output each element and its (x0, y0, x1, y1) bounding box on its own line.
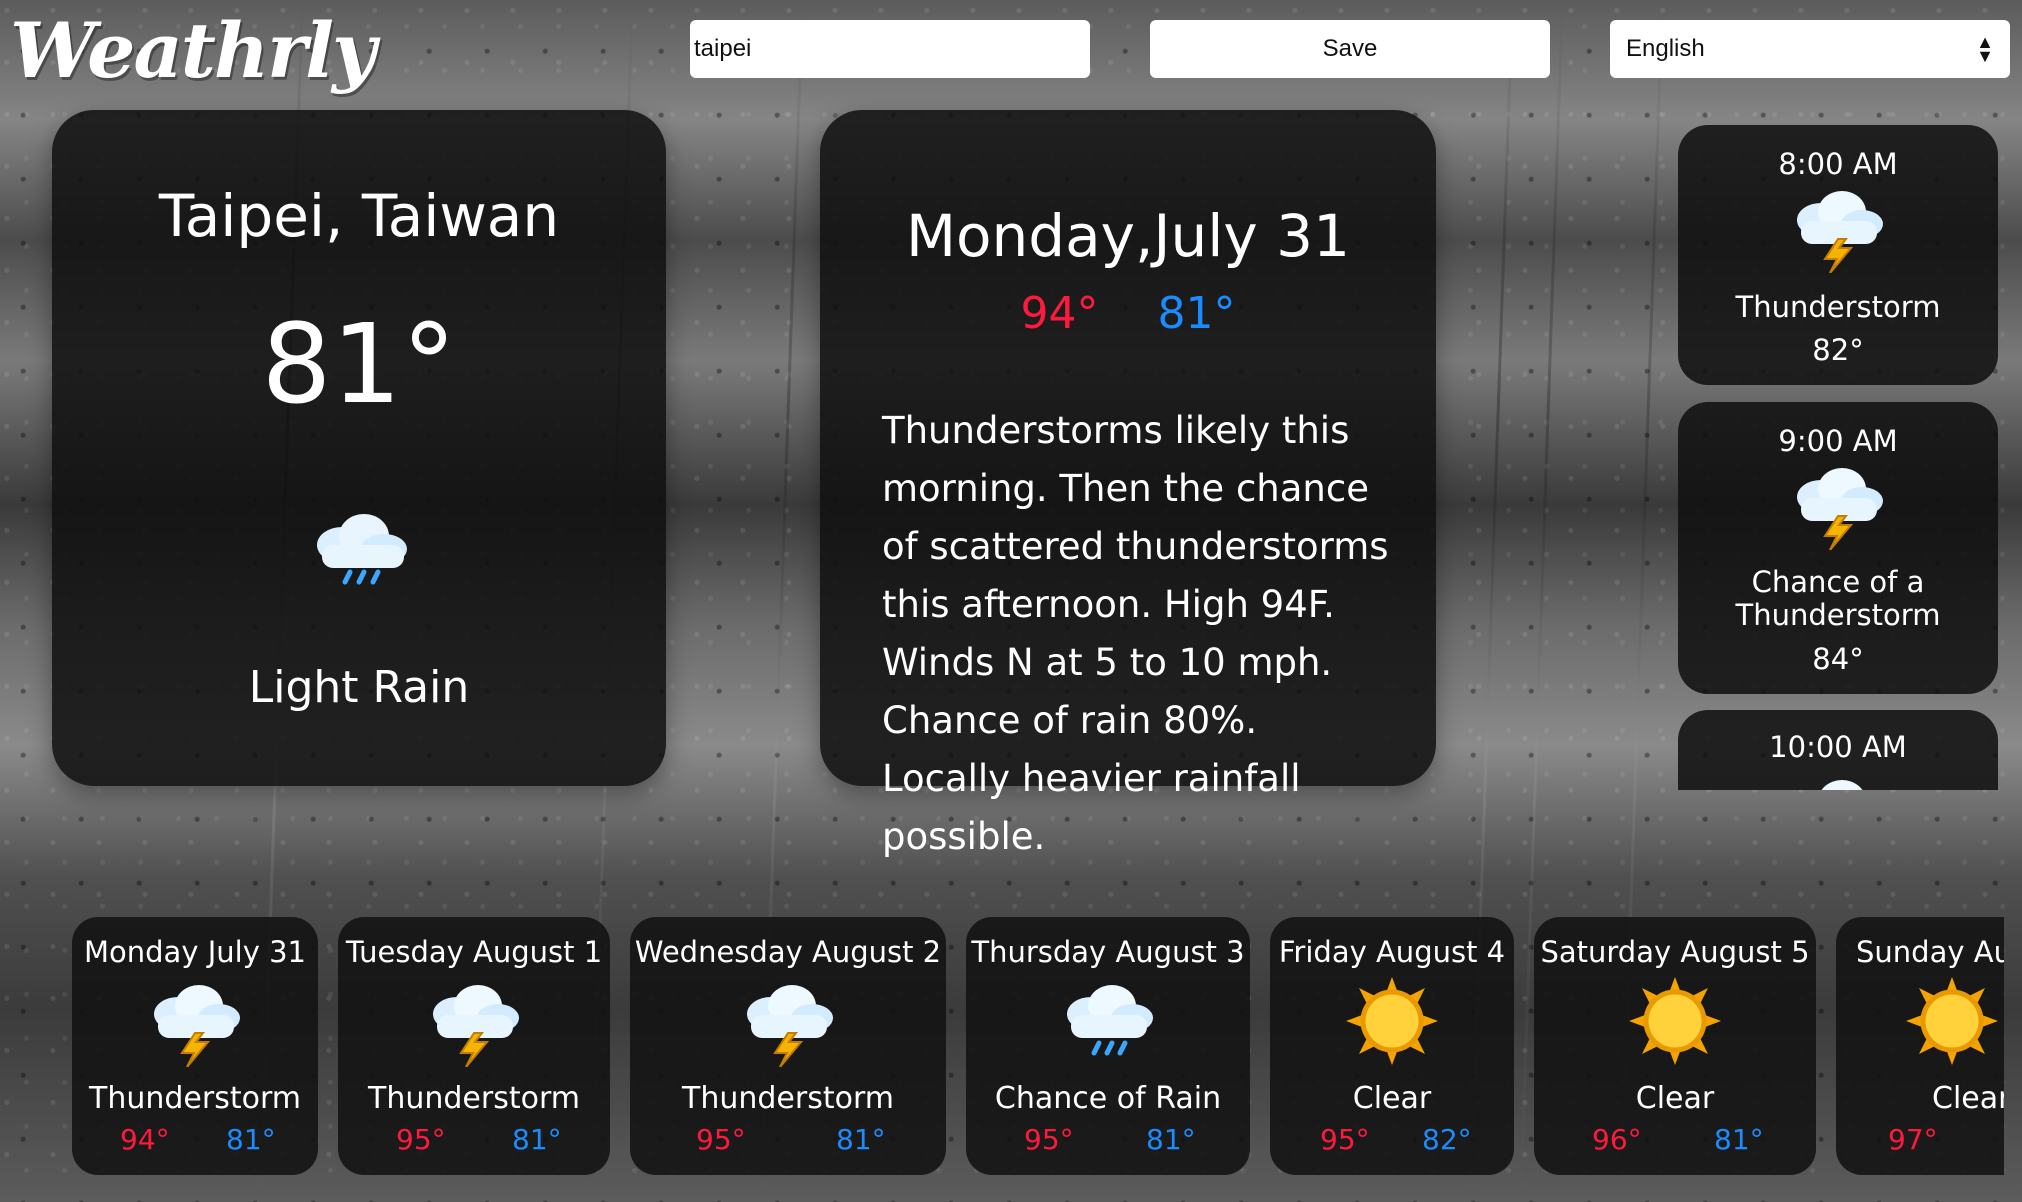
day-condition: Clear (1932, 1081, 2004, 1116)
daily-forecast-card[interactable]: Wednesday August 2 Thunderstorm 95° 81° (630, 917, 946, 1175)
hour-condition: Thunderstorm (1735, 290, 1941, 324)
hourly-forecast-card: 8:00 AM Thunderstorm 82° (1678, 125, 1998, 385)
hour-condition: Chance of a Thunderstorm (1735, 565, 1941, 632)
day-high-temperature: 95° (696, 1123, 746, 1156)
current-temperature: 81° (261, 300, 457, 428)
low-temperature: 81° (1157, 288, 1236, 339)
day-title: Sunday Au (1856, 935, 2004, 969)
current-condition: Light Rain (248, 662, 470, 713)
hourly-forecast-card: 9:00 AM Chance of a Thunderstorm 84° (1678, 402, 1998, 694)
daily-forecast-card[interactable]: Tuesday August 1 Thunderstorm 95° 81° (338, 917, 610, 1175)
daily-detail-panel: Monday,July 31 94° 81° Thunderstorms lik… (820, 110, 1436, 858)
day-high-temperature: 94° (120, 1123, 170, 1156)
day-condition: Thunderstorm (89, 1081, 301, 1116)
hour-temperature: 82° (1812, 333, 1864, 367)
thunderstorm-icon (1797, 191, 1883, 273)
daily-forecast-card[interactable]: Saturday August 5 Clear 96° 81° (1534, 917, 1816, 1175)
thunderstorm-icon (1797, 468, 1883, 550)
thunderstorm-icon (433, 985, 519, 1067)
day-title: Tuesday August 1 (345, 935, 603, 969)
day-high-temperature: 95° (1024, 1123, 1074, 1156)
daily-forecast-card[interactable]: Monday July 31 Thunderstorm 94° 81° (72, 917, 318, 1175)
hour-time: 8:00 AM (1778, 147, 1898, 181)
daily-forecast-card[interactable]: Friday August 4 Clear 95° 82° (1270, 917, 1514, 1175)
language-select[interactable]: English ▲ ▼ (1610, 20, 2010, 78)
day-low-temperature: 81° (512, 1123, 562, 1156)
day-high-temperature: 96° (1592, 1123, 1642, 1156)
save-button[interactable]: Save (1150, 20, 1550, 78)
day-condition: Thunderstorm (368, 1081, 580, 1116)
day-title: Saturday August 5 (1540, 935, 1810, 969)
day-low-temperature: 81° (1714, 1123, 1764, 1156)
rain-cloud-icon (317, 514, 407, 585)
select-arrows-icon: ▲ ▼ (1976, 31, 1994, 66)
sun-icon (1629, 977, 1721, 1065)
day-title: Friday August 4 (1278, 935, 1506, 969)
current-location: Taipei, Taiwan (158, 182, 560, 250)
forecast-description: Thunderstorms likely this morning. Then … (882, 409, 1389, 858)
sun-icon (1906, 977, 1998, 1065)
daily-forecast-card-partial[interactable]: Sunday Au Clear 97° (1836, 917, 2004, 1175)
day-high-temperature: 95° (396, 1123, 446, 1156)
day-condition: Thunderstorm (682, 1081, 894, 1116)
high-temperature: 94° (1020, 288, 1099, 339)
sun-icon (1346, 977, 1438, 1065)
day-low-temperature: 81° (1146, 1123, 1196, 1156)
hour-time: 9:00 AM (1778, 424, 1898, 458)
day-low-temperature: 82° (1422, 1123, 1472, 1156)
day-title: Wednesday August 2 (634, 935, 942, 969)
daily-forecast-card[interactable]: Thursday August 3 Chance of Rain 95° 81° (966, 917, 1250, 1175)
day-condition: Chance of Rain (994, 1081, 1222, 1116)
hour-time: 10:00 AM (1769, 730, 1907, 764)
selected-date: Monday,July 31 (906, 202, 1350, 270)
rain-cloud-icon (1067, 985, 1153, 1056)
app-logo: Weathrly (10, 6, 376, 95)
high-low-temperatures: 94° 81° (820, 288, 1436, 339)
day-low-temperature: 81° (836, 1123, 886, 1156)
city-search-input[interactable] (690, 20, 1090, 78)
day-title: Thursday August 3 (971, 935, 1245, 969)
hourly-forecast-card-partial: 10:00 AM (1678, 710, 1998, 790)
thunderstorm-icon (154, 985, 240, 1067)
day-condition: Clear (1635, 1081, 1715, 1116)
cloud-icon (1821, 780, 1863, 790)
current-weather-panel: Taipei, Taiwan 81° Light Rain (52, 110, 666, 786)
day-low-temperature: 81° (226, 1123, 276, 1156)
day-condition: Clear (1352, 1081, 1432, 1116)
day-title: Monday July 31 (84, 935, 306, 969)
hour-temperature: 84° (1812, 642, 1864, 676)
day-high-temperature: 97° (1888, 1123, 1938, 1156)
day-high-temperature: 95° (1320, 1123, 1370, 1156)
selected-language: English (1626, 35, 1705, 62)
thunderstorm-icon (747, 985, 833, 1067)
